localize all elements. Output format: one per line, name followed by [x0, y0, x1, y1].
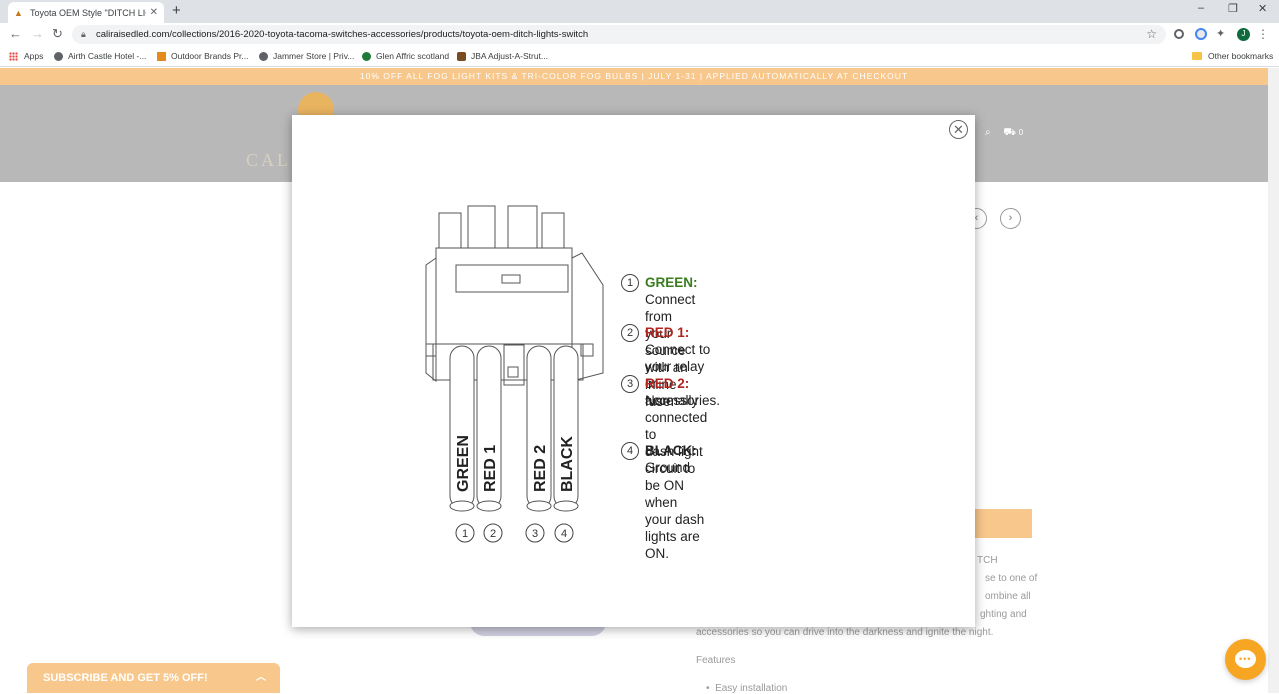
- close-window-icon[interactable]: ✕: [1258, 2, 1267, 15]
- address-bar[interactable]: 🔒︎ caliraisedled.com/collections/2016-20…: [72, 25, 1166, 44]
- glen-affric-icon: [362, 51, 371, 61]
- bookmark-label: Other bookmarks: [1208, 51, 1274, 61]
- site-favicon-icon: ▲: [14, 7, 23, 18]
- switch-tab: [467, 205, 496, 249]
- description-line: ghting and: [980, 609, 1027, 620]
- back-icon[interactable]: ←: [9, 27, 22, 41]
- legend-number: 3: [621, 375, 639, 393]
- close-tab-icon[interactable]: ✕: [150, 7, 158, 18]
- wiring-diagram: GREEN RED 1 RED 2 BLACK 1 2 3 4: [425, 205, 604, 543]
- browser-tab[interactable]: ▲ Toyota OEM Style "DITCH LIGHTS ✕: [8, 2, 164, 23]
- legend-text: your dash lights are ON.: [645, 512, 705, 561]
- url-text: caliraisedled.com/collections/2016-2020-…: [96, 29, 589, 40]
- lock-icon: 🔒︎: [81, 29, 86, 39]
- apps-grid-icon: [9, 51, 18, 61]
- menu-kebab-icon[interactable]: ⋮: [1257, 27, 1269, 41]
- wire-label-green: GREEN: [455, 435, 472, 492]
- new-tab-icon[interactable]: +: [172, 3, 181, 19]
- legend-keyword: RED 2:: [645, 376, 690, 391]
- wire-number-2: 2: [490, 528, 496, 540]
- legend-keyword: GREEN:: [645, 275, 698, 290]
- feature-item: • Easy installation: [706, 683, 788, 694]
- lightbox-modal: GREEN RED 1 RED 2 BLACK 1 2 3 4 1 GREEN:…: [292, 115, 975, 627]
- description-line: accessories so you can drive into the da…: [696, 627, 994, 638]
- wire-label-black: BLACK: [559, 436, 576, 492]
- wire-number-4: 4: [561, 528, 567, 540]
- profile-avatar[interactable]: J: [1237, 28, 1250, 41]
- outdoor-brands-icon: [157, 51, 166, 61]
- tab-title: Toyota OEM Style "DITCH LIGHTS: [30, 7, 146, 18]
- switch-tab: [541, 212, 565, 249]
- side-clip-left: [425, 257, 437, 383]
- search-icon[interactable]: ⌕: [985, 127, 991, 138]
- bookmark-other[interactable]: Other bookmarks: [1192, 51, 1273, 61]
- feature-item-label: Easy installation: [715, 683, 788, 694]
- legend-number: 1: [621, 274, 639, 292]
- extension-google-icon[interactable]: [1195, 28, 1207, 40]
- bookmark-label: Jammer Store | Priv...: [273, 51, 355, 61]
- cart-count: 0: [1018, 128, 1024, 137]
- subscribe-bar[interactable]: SUBSCRIBE AND GET 5% OFF! ︿: [27, 663, 280, 693]
- legend-number: 2: [621, 324, 639, 342]
- page-scrollbar[interactable]: [1268, 68, 1279, 693]
- bookmark-label: Glen Affric scotland: [376, 51, 450, 61]
- legend-keyword: RED 1:: [645, 325, 690, 340]
- carousel-next-icon[interactable]: ›: [1000, 208, 1021, 229]
- wire-number-3: 3: [532, 528, 538, 540]
- forward-icon[interactable]: →: [31, 27, 44, 41]
- globe-icon: [54, 51, 63, 61]
- bookmark-airth-castle[interactable]: Airth Castle Hotel -...: [54, 51, 146, 61]
- legend-number: 4: [621, 442, 639, 460]
- wire-label-red-2: RED 2: [532, 445, 549, 492]
- bookmark-outdoor-brands[interactable]: Outdoor Brands Pr...: [157, 51, 248, 61]
- switch-body: [435, 247, 573, 345]
- promo-banner[interactable]: 10% OFF ALL FOG LIGHT KITS & TRI-COLOR F…: [0, 68, 1268, 85]
- description-line: se to one of: [985, 573, 1038, 584]
- description-line: TCH: [977, 555, 998, 566]
- wire-number-1: 1: [462, 528, 468, 540]
- bookmark-star-icon[interactable]: ☆: [1146, 25, 1157, 44]
- reload-icon[interactable]: ↻: [52, 27, 63, 41]
- legend-text: Normally connected to: [645, 393, 708, 442]
- chat-dots-icon: •••: [1239, 654, 1252, 664]
- modal-close-icon[interactable]: ✕: [949, 120, 968, 139]
- header-icons: ⌕ ⛟ 0: [985, 127, 1023, 140]
- legend-text: Ground: [645, 460, 691, 475]
- bookmark-label: Airth Castle Hotel -...: [68, 51, 147, 61]
- bookmark-label: Apps: [24, 51, 44, 61]
- center-post: [503, 344, 525, 386]
- legend-text: Connect to your relay: [645, 342, 711, 374]
- bookmark-jammer-store[interactable]: Jammer Store | Priv...: [259, 51, 354, 61]
- description-line: ombine all: [985, 591, 1031, 602]
- chat-button[interactable]: •••: [1225, 639, 1266, 680]
- extensions-puzzle-icon[interactable]: ✦: [1216, 27, 1228, 40]
- jba-icon: [457, 51, 466, 61]
- site-logo[interactable]: CAL: [246, 150, 291, 171]
- legend-keyword: BLACK:: [645, 443, 697, 458]
- browser-tabstrip: ▲ Toyota OEM Style "DITCH LIGHTS ✕ + – ❐…: [0, 0, 1279, 23]
- browser-toolbar: ← → ↻ 🔒︎ caliraisedled.com/collections/2…: [0, 23, 1279, 46]
- bookmarks-bar: Apps Airth Castle Hotel -... Outdoor Bra…: [0, 46, 1279, 67]
- chevron-up-icon[interactable]: ︿: [256, 663, 266, 693]
- minimize-icon[interactable]: –: [1198, 2, 1204, 14]
- globe-icon: [259, 51, 268, 61]
- bookmark-jba[interactable]: JBA Adjust-A-Strut...: [457, 51, 548, 61]
- bookmark-glen-affric[interactable]: Glen Affric scotland: [362, 51, 449, 61]
- bookmark-label: JBA Adjust-A-Strut...: [471, 51, 549, 61]
- features-heading: Features: [696, 655, 736, 666]
- extension-circle-icon[interactable]: [1174, 29, 1184, 39]
- switch-slot: [501, 274, 521, 284]
- bookmark-apps[interactable]: Apps: [9, 51, 43, 61]
- switch-tab: [438, 212, 462, 249]
- restore-icon[interactable]: ❐: [1228, 2, 1238, 15]
- switch-face: [455, 264, 569, 293]
- folder-icon: [1192, 52, 1202, 60]
- wire-label-red-1: RED 1: [482, 445, 499, 492]
- bookmark-label: Outdoor Brands Pr...: [171, 51, 249, 61]
- cart-icon[interactable]: ⛟: [1003, 127, 1016, 138]
- subscribe-label: SUBSCRIBE AND GET 5% OFF!: [43, 672, 208, 684]
- switch-tab: [507, 205, 538, 249]
